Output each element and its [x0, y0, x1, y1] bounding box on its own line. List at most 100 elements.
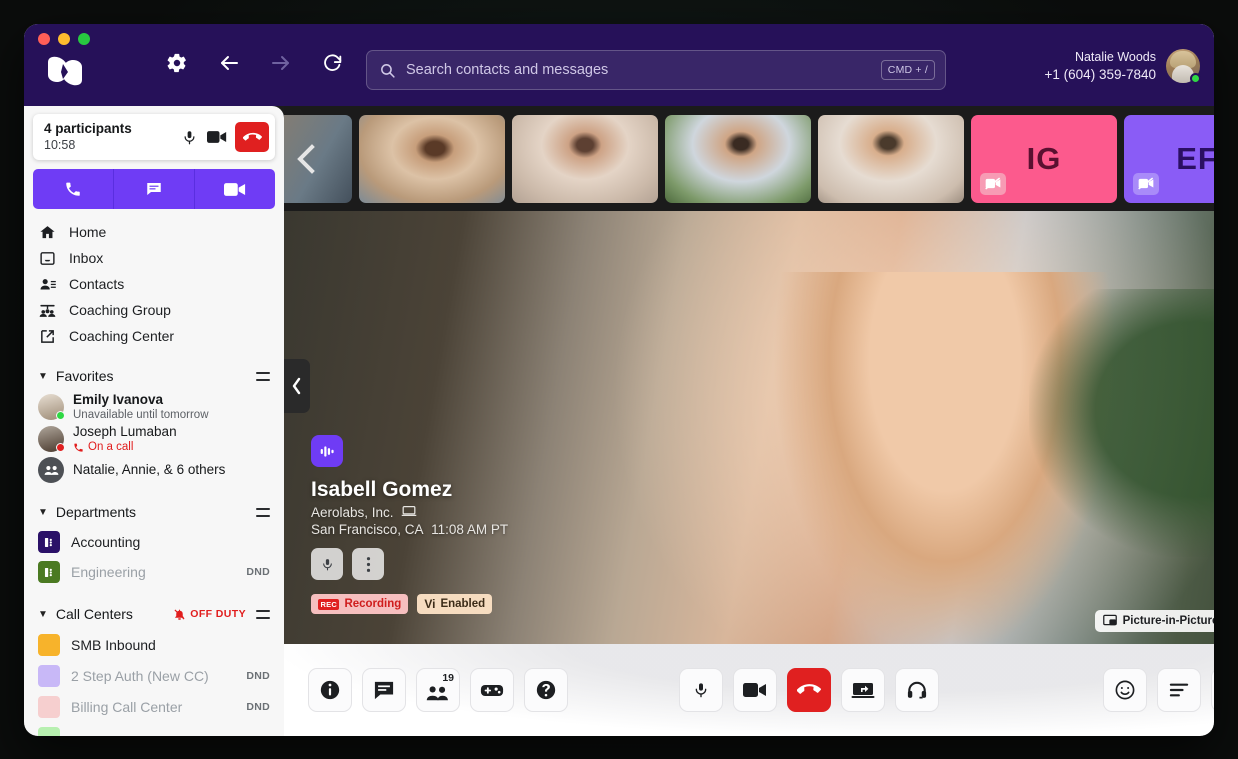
contact-text: Emily Ivanova Unavailable until tomorrow	[73, 392, 209, 422]
chevron-down-icon[interactable]: ▼	[38, 609, 48, 620]
hangup-button[interactable]	[787, 668, 831, 712]
avatar	[38, 426, 64, 452]
department-accounting[interactable]: Accounting	[24, 527, 284, 557]
transcript-icon	[1168, 682, 1190, 698]
add-person-icon	[480, 682, 504, 699]
picture-in-picture-button[interactable]: Picture-in-Picture	[1095, 610, 1214, 632]
off-duty-badge[interactable]: OFF DUTY	[173, 608, 246, 621]
quick-message-button[interactable]	[114, 169, 195, 209]
sidebar-item-coaching-center[interactable]: Coaching Center	[24, 323, 284, 349]
favorite-contact-joseph[interactable]: Joseph Lumaban On a call	[24, 423, 284, 455]
department-engineering[interactable]: Engineering DND	[24, 557, 284, 587]
video-camera-icon[interactable]	[203, 123, 231, 151]
avatar[interactable]	[1166, 49, 1200, 83]
active-call-title: 4 participants	[44, 121, 175, 138]
video-button[interactable]	[733, 668, 777, 712]
contacts-icon	[38, 276, 57, 293]
home-icon	[38, 224, 57, 241]
contact-status-row: On a call	[73, 440, 177, 454]
contact-name: Natalie, Annie, & 6 others	[73, 462, 225, 478]
maximize-window-button[interactable]	[78, 33, 90, 45]
notes-button[interactable]	[1211, 668, 1214, 712]
sidebar-item-label: Home	[69, 224, 106, 240]
search-input[interactable]: Search contacts and messages CMD + /	[366, 50, 946, 90]
speaker-actions	[311, 548, 508, 580]
participant-tile-3[interactable]	[512, 115, 658, 203]
drag-handle-icon[interactable]	[256, 610, 270, 619]
add-participant-button[interactable]	[470, 668, 514, 712]
chevron-down-icon[interactable]: ▼	[38, 507, 48, 518]
reload-icon[interactable]	[320, 50, 346, 76]
help-button[interactable]	[524, 668, 568, 712]
participant-tile-5[interactable]	[818, 115, 964, 203]
microphone-icon[interactable]	[175, 123, 203, 151]
inbox-icon	[38, 250, 57, 267]
section-title: Favorites	[56, 368, 256, 384]
close-window-button[interactable]	[38, 33, 50, 45]
app-window: Search contacts and messages CMD + / Nat…	[24, 24, 1214, 736]
user-profile[interactable]: Natalie Woods +1 (604) 359-7840	[1045, 49, 1200, 83]
sidebar-item-inbox[interactable]: Inbox	[24, 245, 284, 271]
audio-device-button[interactable]	[895, 668, 939, 712]
speaker-info-overlay: Isabell Gomez Aerolabs, Inc. San Francis…	[311, 435, 508, 614]
participant-tile-2[interactable]	[359, 115, 505, 203]
active-call-card[interactable]: 4 participants 10:58	[33, 114, 275, 160]
laptop-icon	[401, 505, 417, 520]
favorite-contact-emily[interactable]: Emily Ivanova Unavailable until tomorrow	[24, 391, 284, 423]
chevron-left-icon	[291, 377, 303, 395]
call-info-button[interactable]	[308, 668, 352, 712]
drag-handle-icon[interactable]	[256, 372, 270, 381]
chevron-down-icon[interactable]: ▼	[38, 371, 48, 382]
minimize-window-button[interactable]	[58, 33, 70, 45]
call-center-billing[interactable]: Billing Call Center DND	[24, 691, 284, 722]
drag-handle-icon[interactable]	[256, 508, 270, 517]
filmstrip-prev-button[interactable]	[284, 106, 328, 211]
participant-more-button[interactable]	[352, 548, 384, 580]
collapse-sidebar-button[interactable]	[284, 359, 310, 413]
coaching-group-icon	[38, 302, 57, 319]
participants-button[interactable]: 19	[416, 668, 460, 712]
speaker-company-row: Aerolabs, Inc.	[311, 505, 508, 520]
dnd-badge: DND	[246, 566, 270, 578]
window-controls[interactable]	[38, 33, 90, 45]
sidebar-item-coaching-group[interactable]: Coaching Group	[24, 297, 284, 323]
stage-plant	[1029, 289, 1214, 557]
mute-button[interactable]	[679, 668, 723, 712]
mute-participant-button[interactable]	[311, 548, 343, 580]
contact-name: Emily Ivanova	[73, 392, 209, 408]
participant-tile-4[interactable]	[665, 115, 811, 203]
sidebar-item-home[interactable]: Home	[24, 219, 284, 245]
back-arrow-icon[interactable]	[216, 50, 242, 76]
headset-icon	[906, 680, 928, 701]
section-departments-header[interactable]: ▼ Departments	[24, 497, 284, 527]
participant-tile-ef[interactable]: EF	[1124, 115, 1214, 203]
section-favorites-header[interactable]: ▼ Favorites	[24, 361, 284, 391]
forward-arrow-icon[interactable]	[268, 50, 294, 76]
call-center-label: 2 Step Auth (New CC)	[71, 668, 235, 684]
chat-button[interactable]	[362, 668, 406, 712]
coaching-center-icon	[38, 328, 57, 345]
end-call-icon[interactable]	[235, 122, 269, 152]
quick-video-button[interactable]	[195, 169, 275, 209]
app-body: 4 participants 10:58	[24, 106, 1214, 736]
call-center-color-swatch	[38, 727, 60, 737]
more-vertical-icon	[366, 556, 371, 573]
share-screen-button[interactable]	[841, 668, 885, 712]
transcript-button[interactable]	[1157, 668, 1201, 712]
favorite-group-natalie[interactable]: Natalie, Annie, & 6 others	[24, 455, 284, 485]
settings-gear-icon[interactable]	[164, 50, 190, 76]
participant-tile-ig[interactable]: IG	[971, 115, 1117, 203]
quick-call-button[interactable]	[33, 169, 114, 209]
section-title: Departments	[56, 504, 256, 520]
section-call-centers-header[interactable]: ▼ Call Centers OFF DUTY	[24, 599, 284, 629]
reactions-button[interactable]	[1103, 668, 1147, 712]
call-center-partial[interactable]	[24, 722, 284, 736]
active-call-text: 4 participants 10:58	[44, 121, 175, 154]
sidebar-item-contacts[interactable]: Contacts	[24, 271, 284, 297]
presence-indicator	[56, 443, 65, 452]
vi-chip: Vi	[424, 597, 435, 611]
rec-chip: REC	[318, 599, 339, 610]
call-center-smb-inbound[interactable]: SMB Inbound	[24, 629, 284, 660]
call-center-2-step-auth[interactable]: 2 Step Auth (New CC) DND	[24, 660, 284, 691]
speaker-location-time: San Francisco, CA 11:08 AM PT	[311, 522, 508, 537]
